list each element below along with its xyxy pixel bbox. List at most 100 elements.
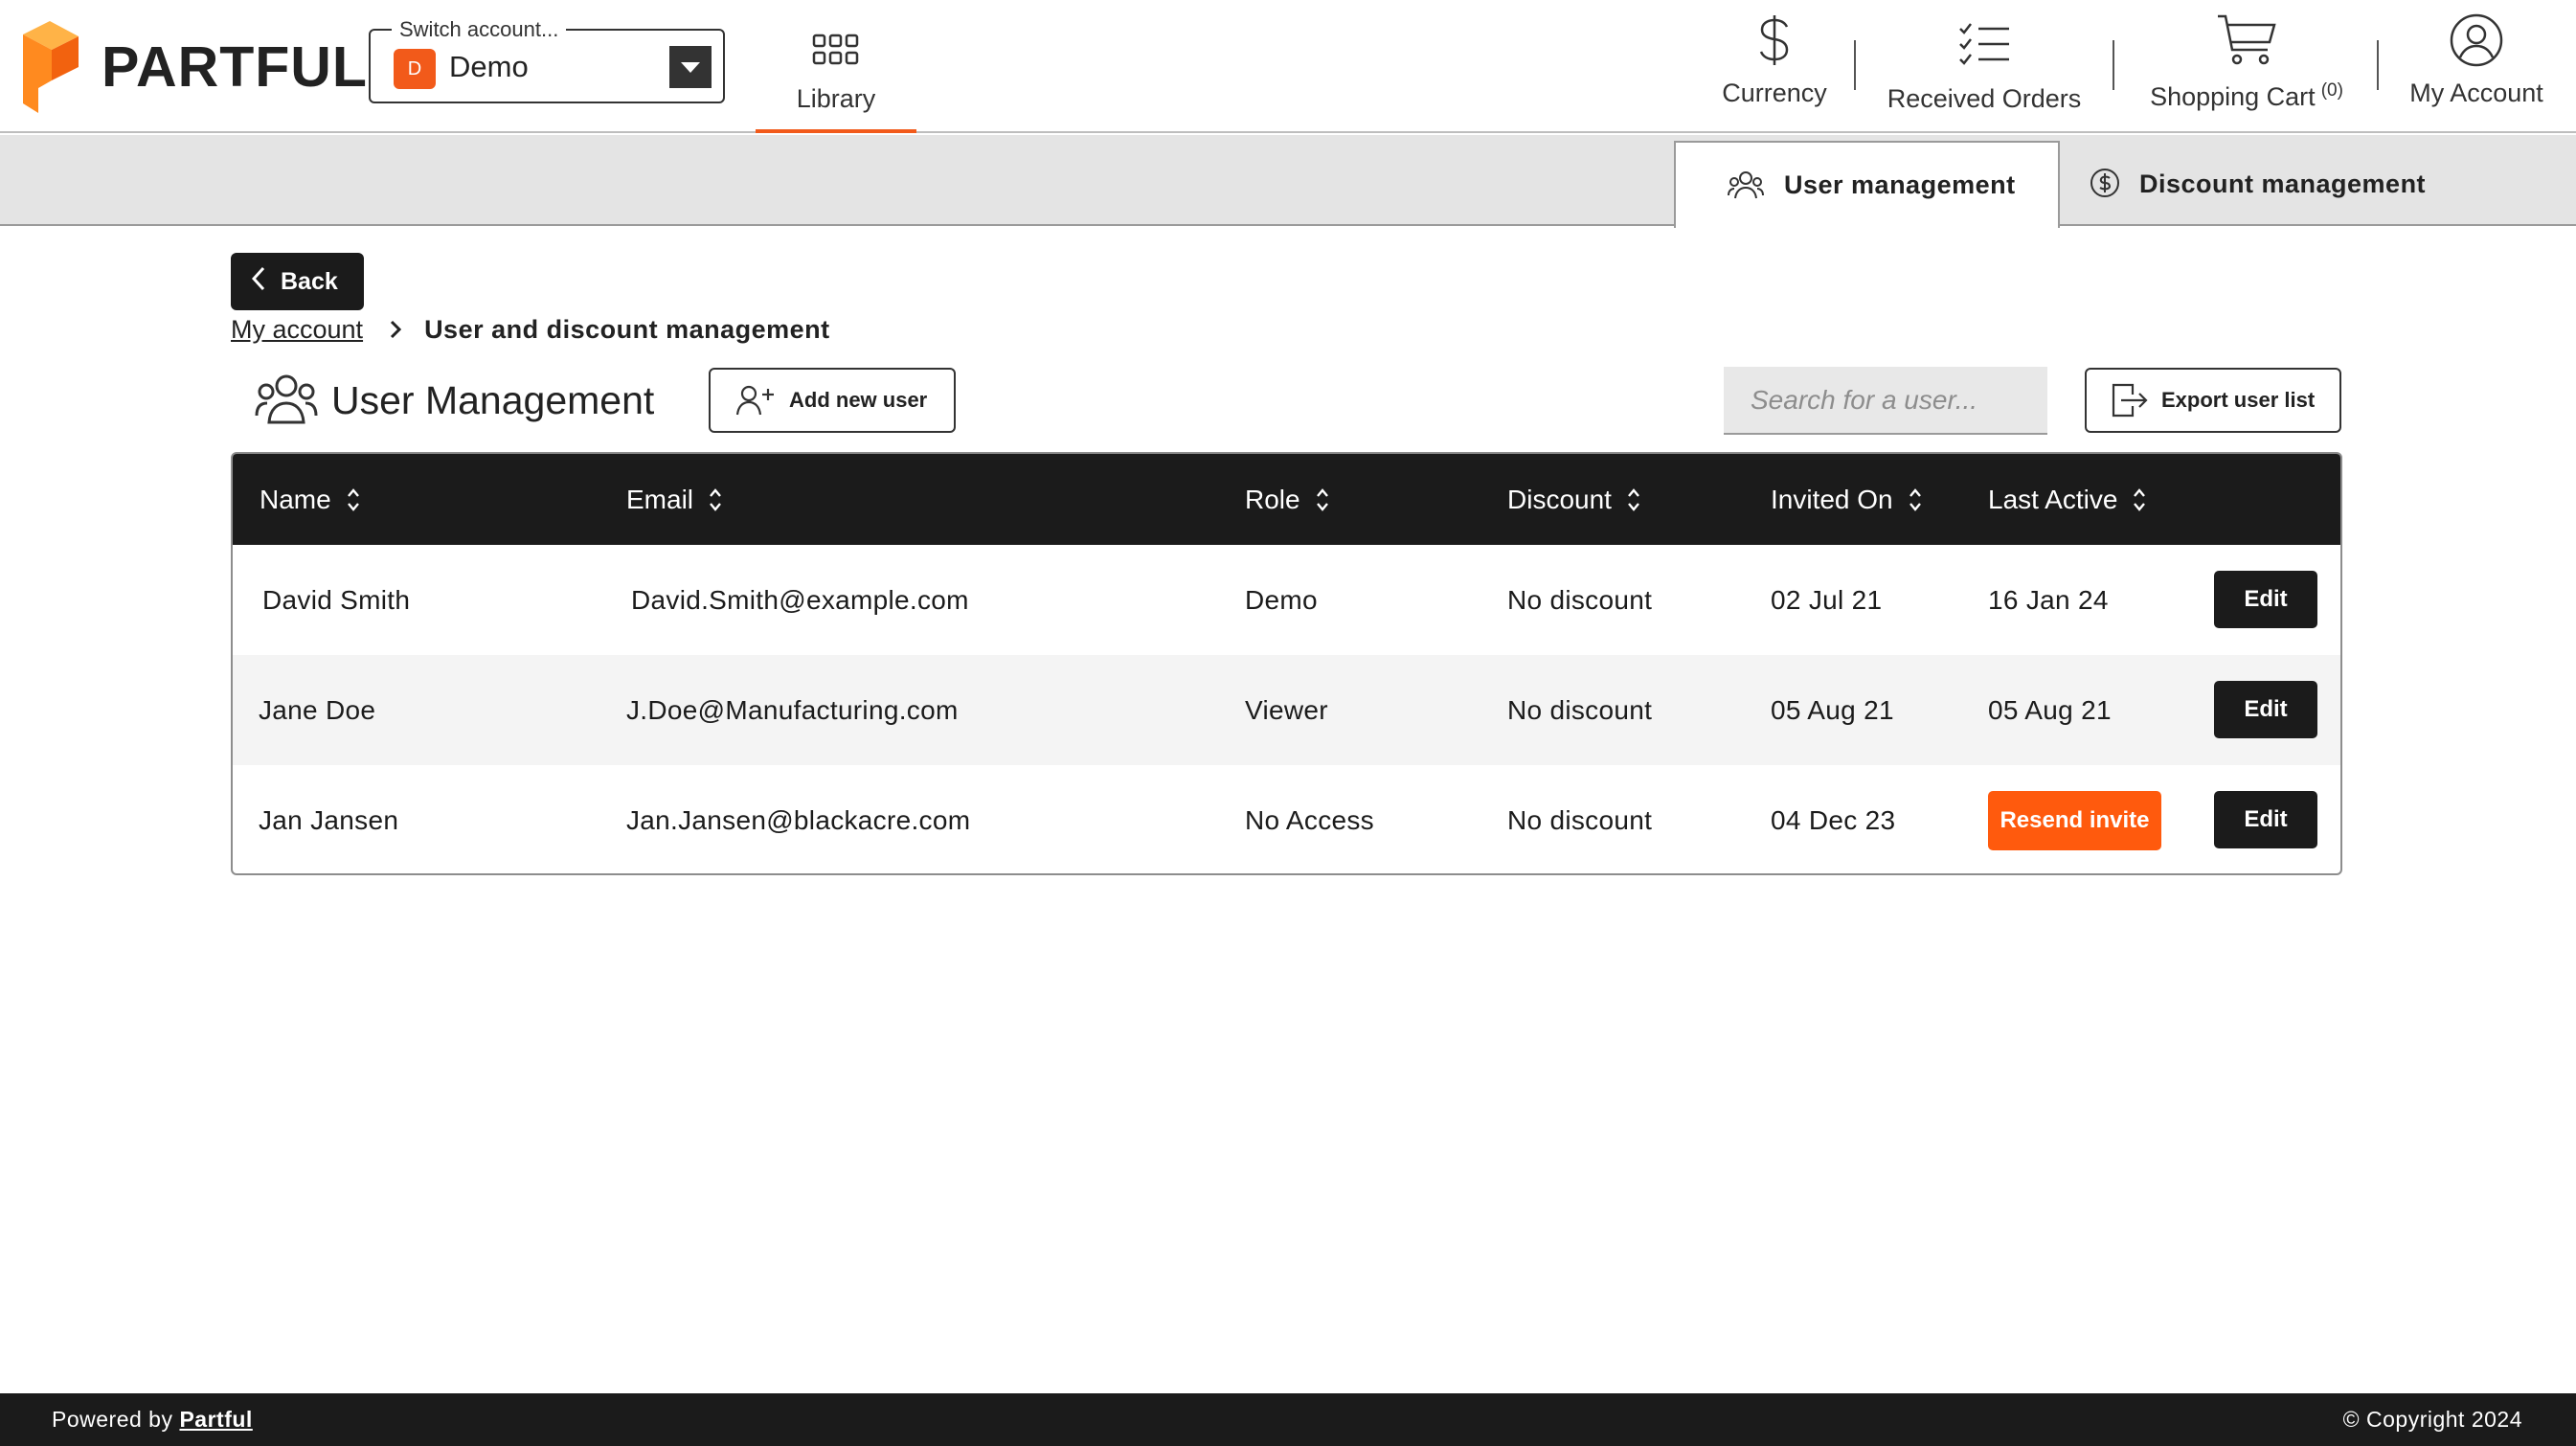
nav-my-account[interactable]: My Account	[2407, 0, 2546, 133]
tab-discount-management[interactable]: Discount management	[2061, 141, 2444, 228]
copyright-text: © Copyright 2024	[2342, 1407, 2522, 1432]
chevron-right-icon	[390, 320, 402, 339]
column-header-last-active[interactable]: Last Active	[1988, 454, 2146, 545]
cell-invited-on: 04 Dec 23	[1771, 804, 1896, 835]
column-header-label: Last Active	[1988, 484, 2118, 514]
back-button-label: Back	[281, 267, 338, 295]
partful-logo[interactable]: PARTFUL	[23, 21, 368, 113]
dropdown-arrow-icon[interactable]	[669, 46, 712, 88]
sort-icon	[1627, 487, 1640, 512]
search-user-input[interactable]	[1724, 367, 2047, 435]
page-heading: User Management	[255, 367, 654, 434]
top-header: PARTFUL Switch account... D Demo Library…	[0, 0, 2576, 133]
sort-icon	[2133, 487, 2146, 512]
add-user-button[interactable]: Add new user	[709, 368, 956, 433]
back-button[interactable]: Back	[231, 253, 364, 310]
cell-name: Jan Jansen	[259, 804, 399, 835]
coin-icon	[2090, 168, 2120, 205]
nav-shopping-cart-label: Shopping Cart (0)	[2150, 80, 2343, 112]
shopping-cart-text: Shopping Cart	[2150, 82, 2316, 111]
nav-currency[interactable]: Currency	[1720, 0, 1829, 133]
column-header-name[interactable]: Name	[260, 454, 360, 545]
column-header-label: Email	[626, 484, 694, 514]
breadcrumb-current: User and discount management	[424, 314, 830, 344]
nav-my-account-label: My Account	[2409, 79, 2543, 107]
cart-count: (0)	[2320, 80, 2343, 101]
nav-divider	[1854, 40, 1856, 90]
column-header-invited-on[interactable]: Invited On	[1771, 454, 1922, 545]
cell-name: Jane Doe	[259, 694, 376, 725]
cell-discount: No discount	[1507, 584, 1653, 615]
tab-discount-management-label: Discount management	[2139, 169, 2427, 198]
cell-role: Viewer	[1245, 694, 1328, 725]
account-switcher-label: Switch account...	[392, 17, 567, 42]
grid-icon	[812, 15, 860, 67]
management-tabs: User management Discount management	[0, 135, 2576, 228]
edit-button[interactable]: Edit	[2214, 571, 2317, 628]
user-circle-icon	[2450, 13, 2503, 67]
cell-role: Demo	[1245, 584, 1318, 615]
tab-user-management[interactable]: User management	[1674, 141, 2060, 228]
export-user-list-button[interactable]: Export user list	[2085, 368, 2341, 433]
cell-invited-on: 05 Aug 21	[1771, 694, 1894, 725]
cell-last-active: 16 Jan 24	[1988, 584, 2109, 615]
account-switcher[interactable]: Switch account... D Demo	[369, 17, 725, 103]
cell-discount: No discount	[1507, 804, 1653, 835]
account-switcher-value: Demo	[449, 50, 529, 83]
column-header-email[interactable]: Email	[626, 454, 722, 545]
column-header-discount[interactable]: Discount	[1507, 454, 1640, 545]
nav-received-orders[interactable]: Received Orders	[1881, 0, 2088, 133]
nav-library-label: Library	[796, 84, 876, 113]
users-icon	[1728, 169, 1764, 207]
sort-icon	[709, 487, 722, 512]
nav-received-orders-label: Received Orders	[1887, 84, 2082, 113]
column-header-role[interactable]: Role	[1245, 454, 1329, 545]
export-file-icon	[2110, 382, 2148, 418]
sort-icon	[1909, 487, 1922, 512]
cell-email: J.Doe@Manufacturing.com	[626, 694, 959, 725]
cell-email: Jan.Jansen@blackacre.com	[626, 804, 971, 835]
table-header-row: Name Email Role Discount Invited On Last…	[233, 454, 2340, 545]
edit-button[interactable]: Edit	[2214, 791, 2317, 848]
sort-icon	[347, 487, 360, 512]
cell-invited-on: 02 Jul 21	[1771, 584, 1883, 615]
cell-discount: No discount	[1507, 694, 1653, 725]
partful-logo-icon	[23, 21, 79, 113]
add-user-label: Add new user	[789, 388, 928, 412]
add-user-icon	[735, 385, 776, 416]
table-row: Jan Jansen Jan.Jansen@blackacre.com No A…	[233, 765, 2340, 873]
nav-divider	[2377, 40, 2379, 90]
page-footer: Powered by Partful © Copyright 2024	[0, 1393, 2576, 1446]
brand-name: PARTFUL	[102, 35, 368, 99]
column-header-label: Role	[1245, 484, 1300, 514]
checklist-icon	[1957, 15, 2011, 67]
table-row: Jane Doe J.Doe@Manufacturing.com Viewer …	[233, 655, 2340, 765]
edit-button[interactable]: Edit	[2214, 681, 2317, 738]
nav-currency-label: Currency	[1722, 79, 1827, 107]
resend-invite-button[interactable]: Resend invite	[1988, 791, 2161, 850]
breadcrumb: My account User and discount management	[231, 312, 830, 347]
shopping-cart-icon	[2216, 14, 2277, 67]
powered-by-text: Powered by	[52, 1407, 173, 1432]
partful-link[interactable]: Partful	[179, 1407, 252, 1433]
nav-divider	[2113, 40, 2114, 90]
powered-by: Powered by Partful	[52, 1393, 253, 1446]
column-header-label: Invited On	[1771, 484, 1893, 514]
nav-library[interactable]: Library	[756, 0, 916, 133]
account-badge: D	[394, 49, 436, 89]
nav-shopping-cart[interactable]: Shopping Cart (0)	[2141, 0, 2352, 133]
users-group-icon	[255, 372, 318, 430]
users-table: Name Email Role Discount Invited On Last…	[231, 452, 2342, 875]
tab-user-management-label: User management	[1784, 170, 2016, 199]
chevron-left-icon	[251, 266, 265, 298]
column-header-label: Discount	[1507, 484, 1612, 514]
page-title: User Management	[331, 377, 655, 422]
cell-email: David.Smith@example.com	[631, 584, 969, 615]
column-header-label: Name	[260, 484, 331, 514]
cell-role: No Access	[1245, 804, 1374, 835]
dollar-icon	[1757, 15, 1792, 67]
table-row: David Smith David.Smith@example.com Demo…	[233, 545, 2340, 655]
breadcrumb-my-account[interactable]: My account	[231, 315, 363, 345]
export-user-list-label: Export user list	[2161, 388, 2316, 412]
cell-last-active: 05 Aug 21	[1988, 694, 2112, 725]
